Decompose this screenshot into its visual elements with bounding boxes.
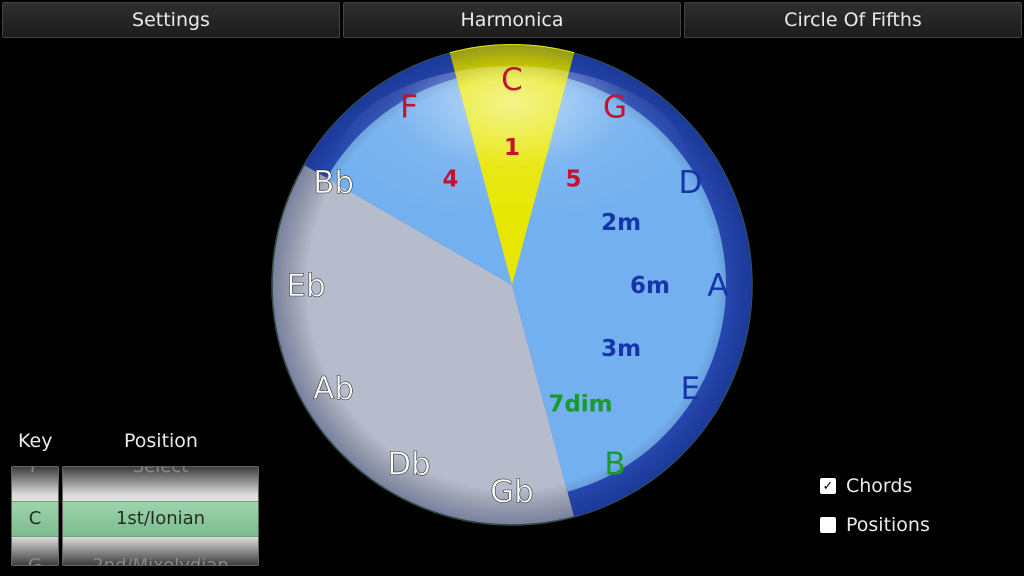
note-label-bb[interactable]: Bb [313, 165, 355, 202]
note-label-gb[interactable]: Gb [490, 474, 534, 511]
note-label-e[interactable]: E [681, 371, 701, 407]
position-picker[interactable]: Select 1st/Ionian 2nd/Mixolydian [62, 466, 259, 566]
key-option-prev[interactable]: F [12, 467, 58, 482]
note-label-db[interactable]: Db [387, 446, 431, 483]
degree-label-1: 1 [504, 135, 520, 161]
degree-label-7dim: 7dim [548, 392, 612, 418]
chords-checkbox-box[interactable]: ✓ [820, 478, 836, 494]
degree-label-5: 5 [565, 166, 581, 192]
degree-label-4: 4 [442, 166, 458, 192]
positions-checkbox[interactable]: Positions [820, 514, 930, 536]
note-label-d[interactable]: D [678, 165, 702, 201]
note-label-eb[interactable]: Eb [286, 268, 326, 305]
note-label-b[interactable]: B [604, 446, 625, 482]
note-label-f[interactable]: F [400, 90, 418, 126]
key-heading: Key [18, 430, 53, 452]
positions-checkbox-box[interactable] [820, 517, 836, 533]
degree-label-2m: 2m [601, 210, 641, 236]
chords-checkbox[interactable]: ✓ Chords [820, 475, 912, 497]
note-label-ab[interactable]: Ab [313, 371, 354, 408]
position-heading: Position [124, 430, 198, 452]
key-picker[interactable]: F C G [11, 466, 59, 566]
degree-label-6m: 6m [630, 273, 670, 299]
note-label-a[interactable]: A [707, 268, 728, 304]
note-label-c[interactable]: C [501, 62, 523, 98]
check-mark-icon: ✓ [822, 478, 834, 494]
position-option-next[interactable]: 2nd/Mixolydian [63, 551, 258, 565]
position-option-prev[interactable]: Select [63, 467, 258, 482]
note-label-g[interactable]: G [603, 90, 627, 126]
key-option-selected[interactable]: C [12, 501, 58, 537]
key-option-next[interactable]: G [12, 551, 58, 565]
position-option-selected[interactable]: 1st/Ionian [63, 501, 258, 537]
degree-label-3m: 3m [601, 336, 641, 362]
positions-checkbox-label: Positions [846, 514, 930, 536]
chords-checkbox-label: Chords [846, 475, 913, 497]
